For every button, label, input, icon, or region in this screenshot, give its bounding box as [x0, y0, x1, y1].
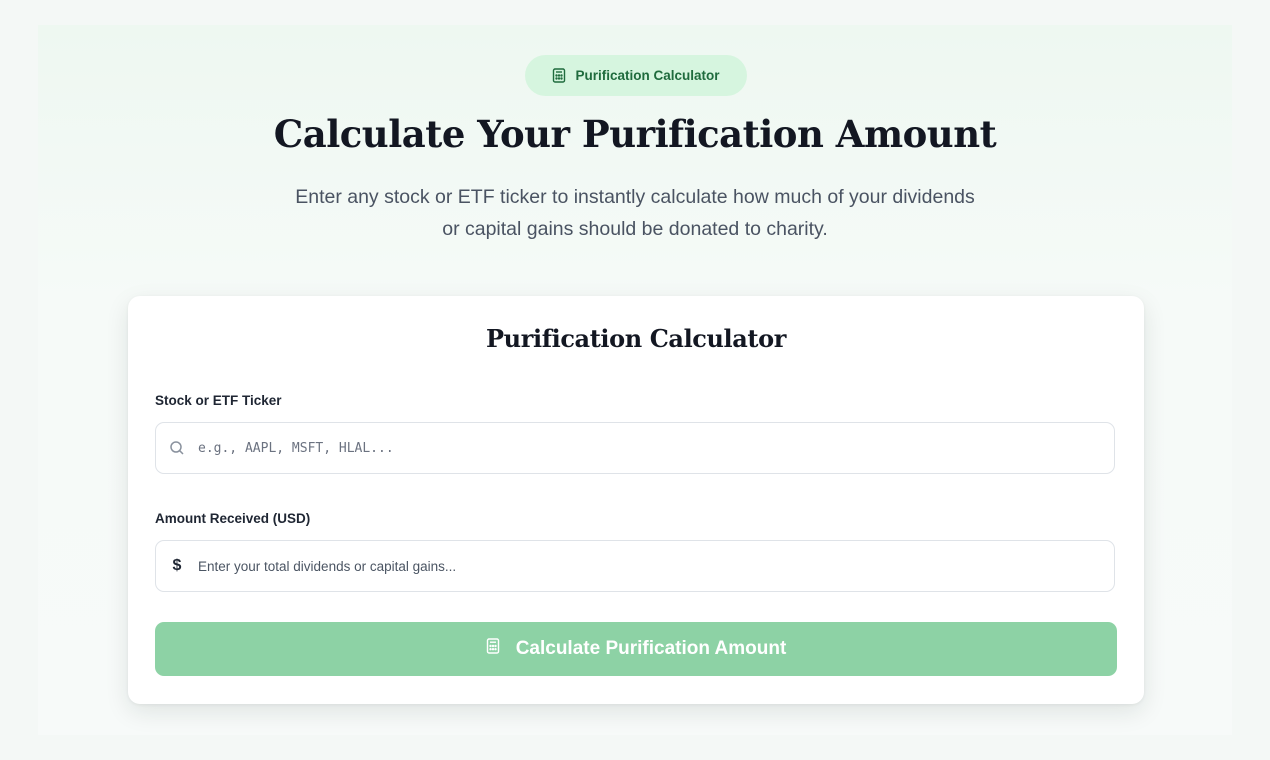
- calculator-icon: [486, 638, 500, 660]
- ticker-label: Stock or ETF Ticker: [155, 393, 282, 408]
- calculator-icon: [552, 68, 566, 83]
- amount-input[interactable]: [198, 541, 1114, 591]
- calculator-badge: Purification Calculator: [525, 55, 747, 96]
- calculator-card: Purification Calculator Stock or ETF Tic…: [128, 296, 1144, 704]
- badge-label: Purification Calculator: [575, 68, 720, 83]
- ticker-field[interactable]: [155, 422, 1115, 474]
- dollar-prefix: $: [172, 557, 182, 574]
- calculate-button[interactable]: Calculate Purification Amount: [155, 622, 1117, 676]
- amount-label: Amount Received (USD): [155, 511, 311, 526]
- ticker-input[interactable]: [198, 423, 1114, 473]
- page-title: Calculate Your Purification Amount: [273, 112, 997, 156]
- amount-field[interactable]: $: [155, 540, 1115, 592]
- calculate-button-label: Calculate Purification Amount: [515, 638, 787, 659]
- page-subtitle: Enter any stock or ETF ticker to instant…: [295, 186, 975, 240]
- calculator-title: Purification Calculator: [486, 324, 786, 353]
- search-icon: [156, 440, 198, 456]
